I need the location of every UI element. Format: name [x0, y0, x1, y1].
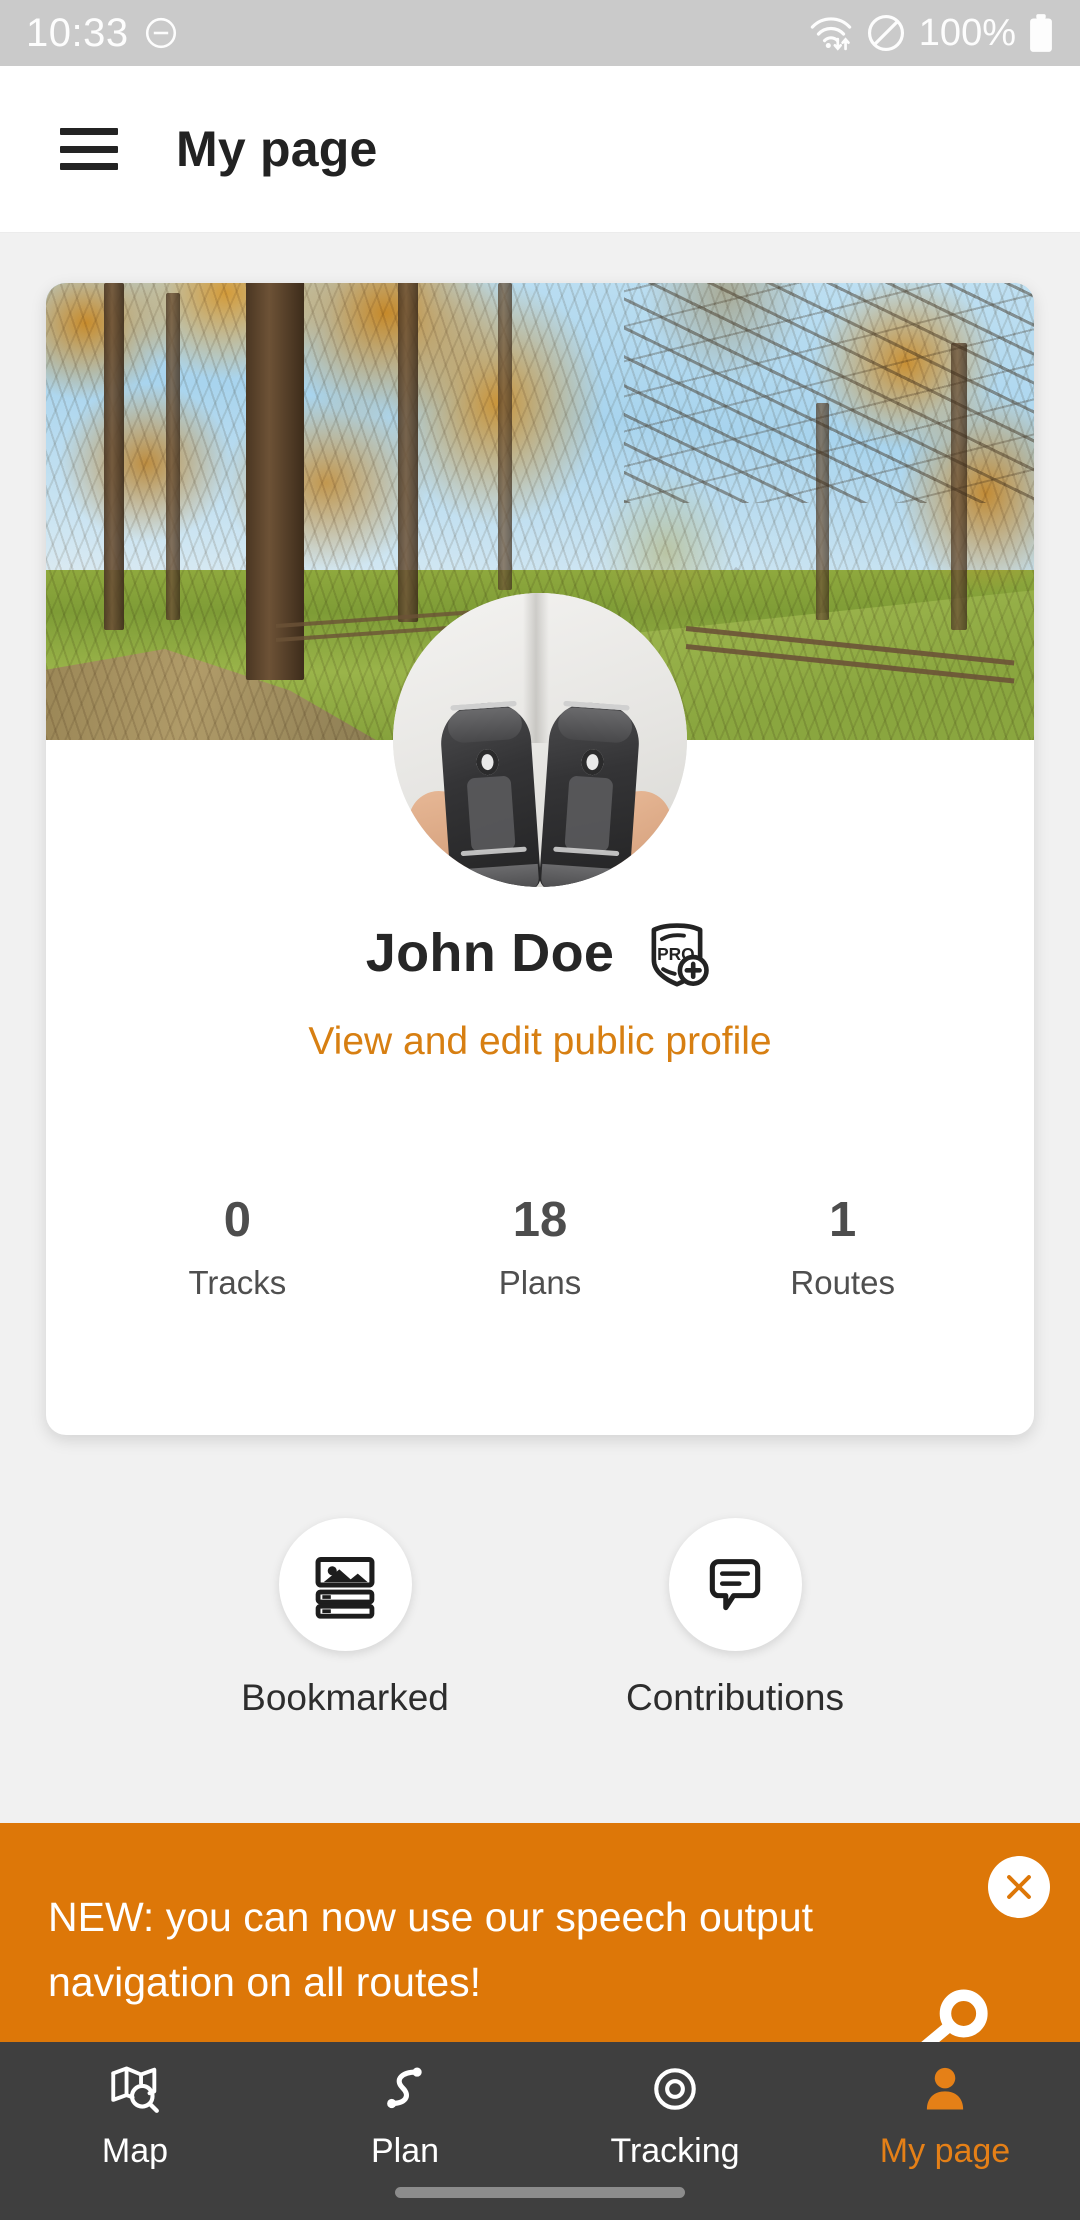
tree-trunk: [498, 283, 512, 590]
profile-stats: 0 Tracks 18 Plans 1 Routes: [46, 1192, 1034, 1302]
avatar[interactable]: [393, 593, 687, 887]
gesture-bar[interactable]: [395, 2187, 685, 2198]
no-symbol-icon: [867, 14, 904, 52]
profile-name: John Doe: [365, 923, 615, 983]
shortcut-label: Bookmarked: [241, 1677, 449, 1718]
wifi-transfer-icon: [810, 17, 852, 51]
stat-label: Routes: [790, 1264, 895, 1301]
tree-trunk: [104, 283, 124, 630]
shortcut-row: Bookmarked Contributions: [0, 1518, 1080, 1719]
battery-full-icon: [1030, 14, 1052, 52]
nav-label: Plan: [370, 2132, 440, 2170]
shortcut-label: Contributions: [625, 1677, 844, 1718]
shortcut-contributions[interactable]: Contributions: [590, 1518, 880, 1719]
bookmarked-list-icon: [315, 1556, 375, 1619]
tree-trunk: [166, 293, 180, 620]
shortcut-circle: [278, 1518, 412, 1651]
shortcut-bookmarked[interactable]: Bookmarked: [200, 1518, 490, 1719]
megaphone-icon: [917, 1989, 988, 2045]
promo-banner-close-button[interactable]: [988, 1856, 1050, 1918]
stat-value: 1: [829, 1193, 857, 1247]
hiking-boot-right: [538, 700, 642, 887]
hamburger-menu-icon[interactable]: [60, 128, 118, 170]
status-bar: 10:33 100%: [0, 0, 1080, 66]
nav-label: Tracking: [610, 2132, 740, 2170]
nav-item-map[interactable]: Map: [0, 2060, 270, 2220]
nav-item-my-page[interactable]: My page: [810, 2060, 1080, 2220]
person-icon: [926, 2067, 964, 2110]
promo-banner-text: NEW: you can now use our speech output n…: [48, 1894, 814, 2005]
hiking-boot-left: [438, 700, 542, 887]
profile-card: John Doe PRO View and edit public profil…: [46, 283, 1034, 1435]
stat-label: Plans: [498, 1264, 582, 1301]
speech-bubble-icon: [709, 1558, 761, 1610]
stat-plans[interactable]: 18 Plans: [389, 1192, 692, 1302]
wooden-fence: [685, 620, 1016, 684]
profile-name-row: John Doe PRO: [46, 916, 1034, 990]
edit-public-profile-link[interactable]: View and edit public profile: [46, 1020, 1034, 1064]
shortcut-circle: [668, 1518, 802, 1651]
target-circle-icon: [654, 2068, 696, 2110]
app-screen: 10:33 100% My page John Doe PRO View and…: [0, 0, 1080, 2220]
battery-percent: 100%: [918, 11, 1016, 54]
stat-label: Tracks: [188, 1264, 287, 1301]
jacket-fold: [523, 593, 549, 743]
promo-banner[interactable]: NEW: you can now use our speech output n…: [0, 1823, 1080, 2045]
do-not-disturb-icon: [145, 17, 176, 49]
stat-value: 18: [512, 1193, 568, 1247]
tree-trunk: [398, 283, 418, 622]
status-bar-left: 10:33: [26, 11, 179, 56]
status-bar-right: 100%: [809, 12, 1054, 55]
map-search-icon: [111, 2066, 159, 2113]
nav-label: My page: [879, 2132, 1011, 2170]
stat-routes[interactable]: 1 Routes: [691, 1192, 994, 1302]
bare-branches: [624, 283, 1034, 503]
close-icon: [1007, 1875, 1031, 1899]
nav-label: Map: [101, 2132, 169, 2170]
pro-plus-shield-badge[interactable]: PRO: [640, 916, 714, 990]
page-title: My page: [176, 121, 378, 177]
bottom-navigation: Map Plan Tracking My page: [0, 2042, 1080, 2220]
app-bar: My page: [0, 66, 1080, 233]
route-line-icon: [387, 2067, 422, 2109]
stat-value: 0: [223, 1193, 251, 1247]
stat-tracks[interactable]: 0 Tracks: [86, 1192, 389, 1302]
status-time: 10:33: [26, 10, 129, 55]
